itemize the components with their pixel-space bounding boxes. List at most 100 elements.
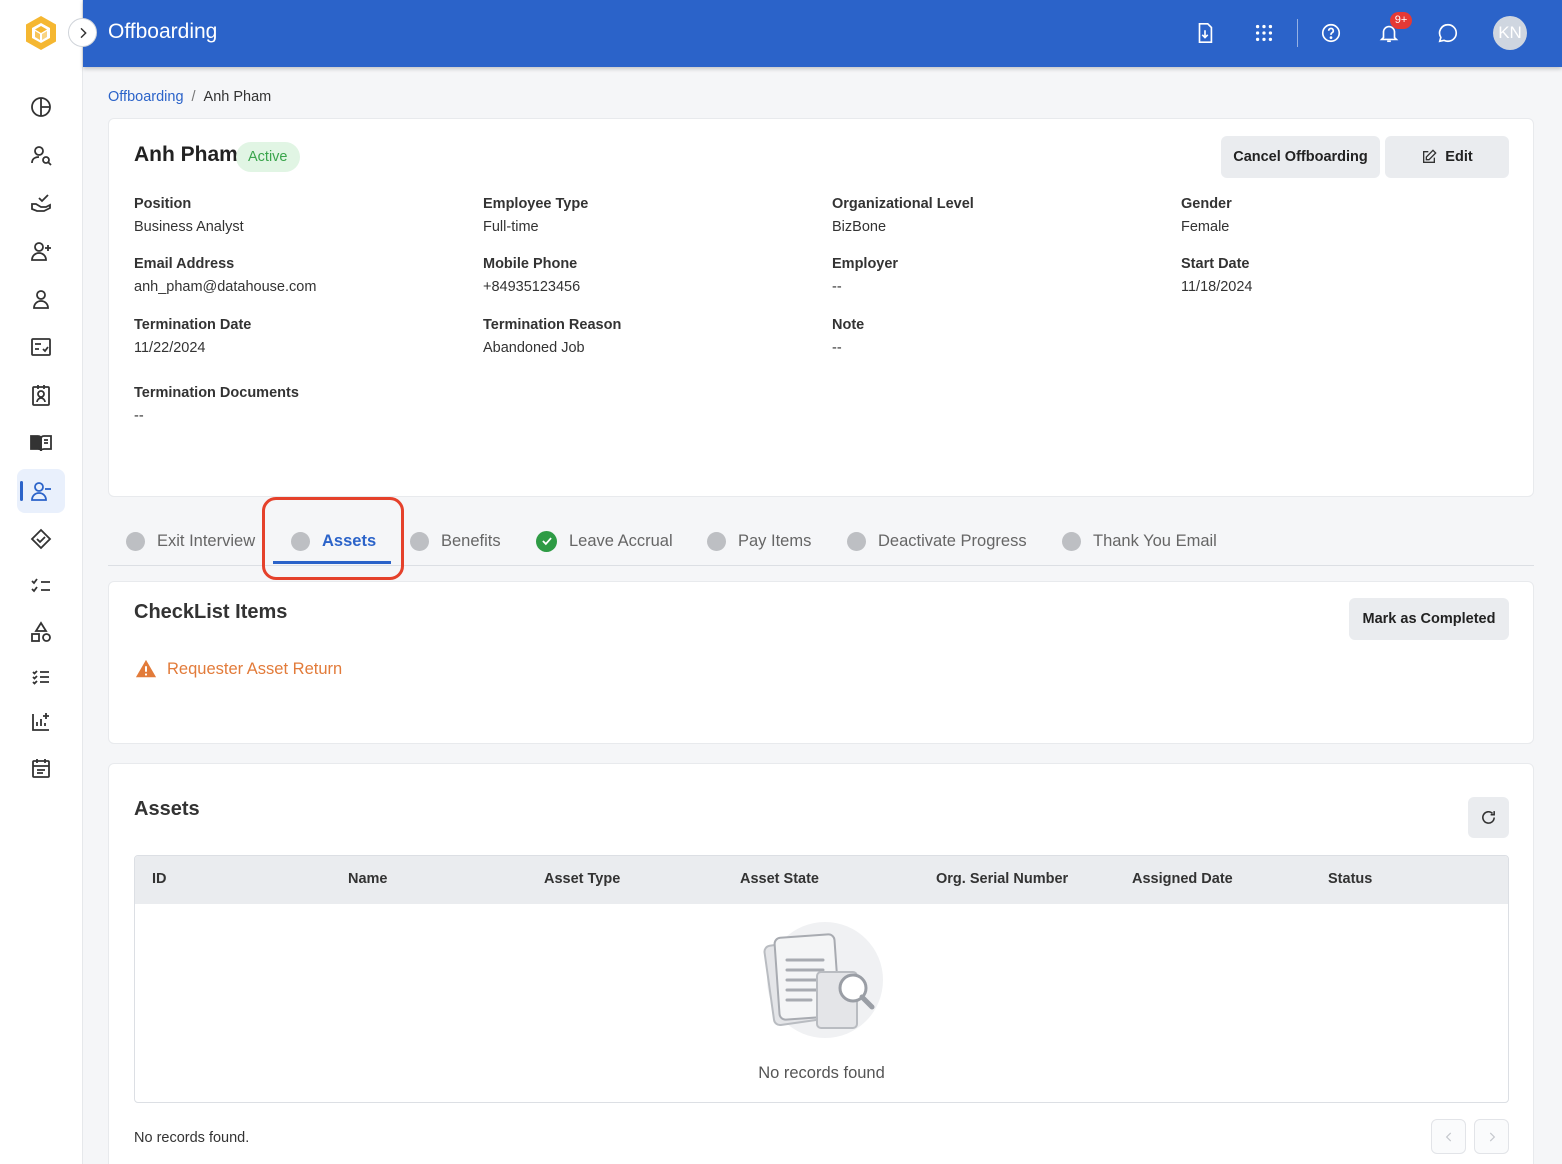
checklist-icon [31,338,51,356]
pending-status-icon [847,531,866,551]
sidebar-item-report-add[interactable] [17,700,65,744]
field-termination-documents: Termination Documents -- [134,385,454,424]
handshake-icon [30,528,52,550]
checklist-card: CheckList Items Mark as Completed Reques… [108,581,1534,744]
tab-benefits[interactable]: Benefits [410,518,501,564]
apps-grid-icon [1255,24,1273,42]
field-value: BizBone [832,219,887,235]
assets-table: ID Name Asset Type Asset State Org. Seri… [134,855,1509,1103]
sidebar-item-book[interactable] [17,421,65,465]
edit-label: Edit [1445,149,1473,165]
field-mobile-phone: Mobile Phone +84935123456 [483,256,803,295]
empty-state-text: No records found [758,1064,885,1082]
previous-page-button[interactable] [1431,1119,1466,1154]
field-value: anh_pham@datahouse.com [134,279,317,295]
column-header-asset-type[interactable]: Asset Type [544,871,620,887]
field-label: Start Date [1181,256,1250,272]
field-value: -- [832,279,842,295]
field-value: +84935123456 [483,279,581,295]
apps-grid-button[interactable] [1249,18,1279,48]
sidebar-item-list-check[interactable] [17,655,65,699]
sidebar-toggle-button[interactable] [68,18,97,47]
user-remove-icon [31,482,51,501]
field-label: Employee Type [483,196,589,212]
status-badge: Active [236,142,300,172]
user-avatar[interactable]: KN [1493,16,1527,50]
refresh-button[interactable] [1468,797,1509,838]
field-value: 11/22/2024 [134,340,206,356]
sidebar-item-shapes[interactable] [17,610,65,654]
breadcrumb-current: Anh Pham [203,89,272,105]
assets-title: Assets [134,798,200,820]
field-position: Position Business Analyst [134,196,454,235]
table-header: ID Name Asset Type Asset State Org. Seri… [135,856,1508,904]
next-page-button[interactable] [1474,1119,1509,1154]
cancel-offboarding-button[interactable]: Cancel Offboarding [1221,136,1380,178]
user-icon [33,290,49,309]
tab-label: Exit Interview [157,531,256,550]
tab-label: Pay Items [738,531,812,550]
completed-check-icon [536,530,557,552]
column-header-assigned-date[interactable]: Assigned Date [1132,871,1233,887]
tab-exit-interview[interactable]: Exit Interview [126,518,255,564]
checklist-item-label: Requester Asset Return [167,659,343,678]
chat-button[interactable] [1433,18,1463,48]
field-termination-date: Termination Date 11/22/2024 [134,317,454,356]
tab-pay-items[interactable]: Pay Items [707,518,811,564]
sidebar-item-task-list[interactable] [17,563,65,607]
field-note: Note -- [832,317,1152,356]
column-header-name[interactable]: Name [348,871,388,887]
chevron-right-icon [79,27,87,38]
employee-name: Anh Pham [134,143,238,166]
column-header-org-serial-number[interactable]: Org. Serial Number [936,871,1068,887]
sidebar-item-dashboard[interactable] [17,85,65,129]
download-button[interactable] [1190,18,1220,48]
field-termination-reason: Termination Reason Abandoned Job [483,317,803,356]
edit-button[interactable]: Edit [1385,136,1509,178]
breadcrumb-offboarding-link[interactable]: Offboarding [108,89,184,105]
sidebar-item-user-add[interactable] [17,229,65,273]
field-employer: Employer -- [832,256,1152,295]
column-header-asset-state[interactable]: Asset State [740,871,819,887]
sidebar-item-user[interactable] [17,277,65,321]
sidebar-item-checklist[interactable] [17,325,65,369]
checklist-item[interactable]: Requester Asset Return [134,658,342,680]
report-add-icon [32,713,49,731]
chevron-left-icon [1445,1132,1451,1141]
tab-leave-accrual[interactable]: Leave Accrual [536,518,673,564]
column-header-status[interactable]: Status [1328,871,1372,887]
dashboard-icon [31,97,51,117]
field-gender: Gender Female [1181,196,1501,235]
sidebar-item-user-search[interactable] [17,133,65,177]
field-label: Note [832,317,865,333]
help-button[interactable] [1316,18,1346,48]
sidebar-item-hand-check[interactable] [17,181,65,225]
table-footer-text: No records found. [134,1130,250,1146]
task-list-icon [31,578,50,593]
highlight-annotation [262,497,404,580]
field-label: Mobile Phone [483,256,578,272]
sidebar [0,0,83,1164]
mark-as-completed-button[interactable]: Mark as Completed [1349,598,1509,640]
app-logo-icon[interactable] [24,15,58,51]
pending-status-icon [1062,531,1081,551]
field-label: Termination Date [134,317,252,333]
field-value: Full-time [483,219,539,235]
tab-label: Deactivate Progress [878,531,1027,550]
page-header-title: Offboarding [108,20,218,43]
sidebar-item-handshake[interactable] [17,517,65,561]
sidebar-item-contact-card[interactable] [17,373,65,417]
breadcrumb-separator: / [191,89,196,105]
chevron-right-icon [1489,1132,1495,1141]
assets-card: Assets ID Name Asset Type Asset State Or… [108,763,1534,1164]
tab-thank-you-email[interactable]: Thank You Email [1062,518,1217,564]
sidebar-item-offboarding[interactable] [17,469,65,513]
chat-icon [1438,23,1457,43]
field-start-date: Start Date 11/18/2024 [1181,256,1501,295]
sidebar-item-calendar[interactable] [17,746,65,790]
tab-deactivate-progress[interactable]: Deactivate Progress [847,518,1027,564]
column-header-id[interactable]: ID [152,871,167,887]
tab-label: Thank You Email [1093,531,1217,550]
notification-badge: 9+ [1390,12,1412,29]
employee-details-card: Anh Pham Active Cancel Offboarding Edit … [108,118,1534,497]
